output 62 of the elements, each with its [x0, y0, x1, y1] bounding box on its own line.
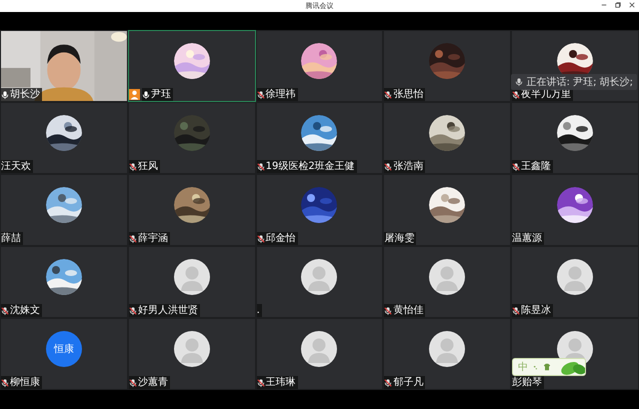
- participant-name: .: [256, 304, 260, 317]
- participant-tile[interactable]: 黄怡佳: [383, 246, 512, 318]
- participant-name: 邱金怡: [266, 232, 296, 245]
- participant-name: 彭贻琴: [512, 376, 542, 389]
- participant-name: 郁子凡: [393, 376, 424, 389]
- shirt-icon[interactable]: [543, 363, 551, 371]
- participant-name: 柳恒康: [10, 376, 40, 389]
- restore-icon[interactable]: [615, 2, 621, 8]
- participant-tile[interactable]: .: [256, 246, 384, 318]
- participant-name: 夜半几万里: [521, 88, 572, 101]
- participant-tile[interactable]: 好男人洪世贤: [128, 246, 256, 318]
- default-avatar-icon: [557, 259, 594, 295]
- mic-icon: [514, 78, 523, 86]
- participant-tile[interactable]: 王鑫隆: [511, 102, 639, 174]
- participant-name: 胡长沙: [10, 88, 40, 101]
- participant-tile[interactable]: 徐理祎: [256, 30, 384, 102]
- participant-name: 尹珏: [150, 88, 171, 101]
- participant-name: 温蕙源: [512, 232, 542, 245]
- default-avatar-icon: [301, 331, 338, 367]
- participant-name: 徐理祎: [266, 88, 296, 101]
- participant-tile[interactable]: 屠海雯: [383, 174, 512, 246]
- participant-name: 陈昱冰: [521, 304, 552, 317]
- participant-tile[interactable]: 沙蕙青: [128, 318, 256, 390]
- participant-name: 汪天欢: [1, 160, 31, 173]
- close-icon[interactable]: [629, 2, 635, 8]
- participant-tile[interactable]: 沈姝文: [0, 246, 128, 318]
- participant-tile[interactable]: 邱金怡: [256, 174, 384, 246]
- participant-tile[interactable]: 尹珏: [128, 30, 256, 102]
- participant-tile[interactable]: 张思怡: [383, 30, 512, 102]
- participant-tile[interactable]: 薛喆: [0, 174, 128, 246]
- participant-tile[interactable]: 郁子凡: [383, 318, 512, 390]
- participant-tile[interactable]: 19级医检2班金王健: [256, 102, 384, 174]
- participant-tile[interactable]: 恒康 柳恒康: [0, 318, 128, 390]
- default-avatar-icon: [429, 259, 466, 295]
- participant-tile[interactable]: 狂风: [128, 102, 256, 174]
- participant-name: 薛宇涵: [138, 232, 168, 245]
- minimize-icon[interactable]: [601, 2, 607, 8]
- participant-name: 沙蕙青: [138, 376, 168, 389]
- participant-tile[interactable]: 温蕙源: [511, 174, 639, 246]
- initials-avatar: 恒康: [46, 331, 82, 367]
- participant-name: 好男人洪世贤: [138, 304, 198, 317]
- participant-tile[interactable]: 胡长沙: [0, 30, 128, 102]
- participant-tile[interactable]: 王玮琳: [256, 318, 384, 390]
- participant-name: 狂风: [138, 160, 158, 173]
- participant-name: 王玮琳: [266, 376, 296, 389]
- speaking-text: 正在讲话: 尹珏; 胡长沙;: [526, 76, 633, 88]
- participant-tile[interactable]: 薛宇涵: [128, 174, 256, 246]
- participant-name: 屠海雯: [384, 232, 414, 245]
- participant-tile[interactable]: 汪天欢: [0, 102, 128, 174]
- participant-name: 沈姝文: [10, 304, 40, 317]
- default-avatar-icon: [301, 259, 338, 295]
- participant-name: 19级医检2班金王健: [266, 160, 355, 173]
- participant-name: 黄怡佳: [393, 304, 424, 317]
- default-avatar-icon: [174, 259, 210, 295]
- participant-tile[interactable]: 陈昱冰: [511, 246, 639, 318]
- participant-tile[interactable]: 张浩南: [383, 102, 512, 174]
- default-avatar-icon: [174, 331, 210, 367]
- participant-name: 薛喆: [1, 232, 21, 245]
- participant-name: 张浩南: [393, 160, 424, 173]
- participant-name: 张思怡: [393, 88, 424, 101]
- participant-name: 王鑫隆: [521, 160, 552, 173]
- default-avatar-icon: [429, 331, 466, 367]
